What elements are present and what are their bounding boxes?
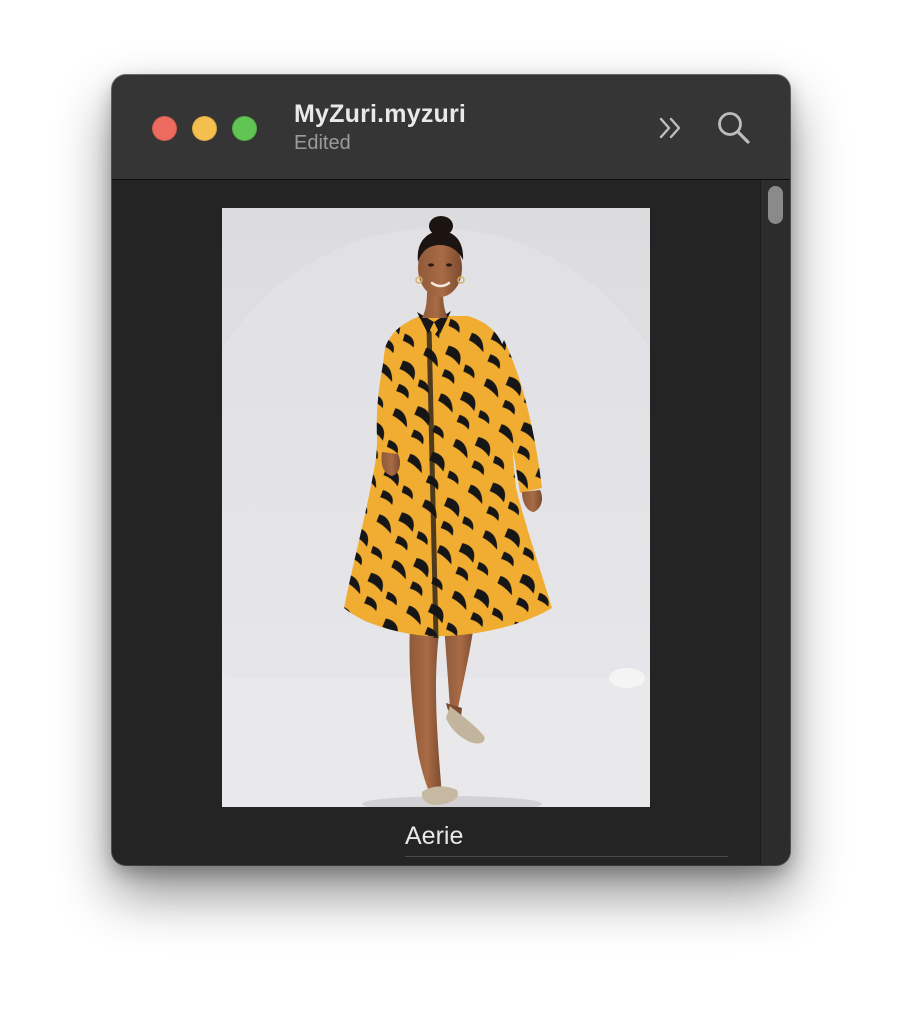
model-in-dress-image xyxy=(222,208,650,807)
toolbar-overflow-button[interactable] xyxy=(651,108,691,148)
search-button[interactable] xyxy=(714,108,754,148)
vertical-scrollbar[interactable] xyxy=(760,180,790,865)
window-titlebar[interactable]: MyZuri.myzuri Edited xyxy=(112,75,790,180)
content-area[interactable]: Aerie xyxy=(112,180,760,865)
search-icon xyxy=(718,112,750,144)
zoom-window-button[interactable] xyxy=(232,116,257,141)
app-window: MyZuri.myzuri Edited Aerie xyxy=(112,75,790,865)
caption-divider xyxy=(405,856,728,857)
product-photo[interactable] xyxy=(222,208,650,807)
document-title-block: MyZuri.myzuri Edited xyxy=(294,99,466,157)
chevron-double-right-icon xyxy=(659,117,681,139)
close-window-button[interactable] xyxy=(152,116,177,141)
minimize-window-button[interactable] xyxy=(192,116,217,141)
document-title: MyZuri.myzuri xyxy=(294,100,467,128)
scrollbar-thumb[interactable] xyxy=(768,186,783,224)
item-name-label: Aerie xyxy=(405,822,464,850)
document-status: Edited xyxy=(294,132,351,154)
